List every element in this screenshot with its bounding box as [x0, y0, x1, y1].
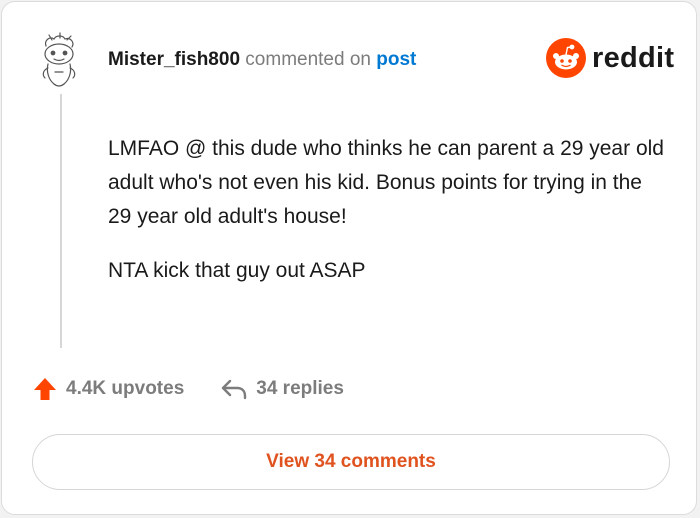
- reddit-logo-icon: [546, 38, 586, 78]
- author-name[interactable]: Mister_fish800: [108, 49, 240, 70]
- avatar[interactable]: [36, 32, 82, 90]
- snoo-avatar-icon: [42, 32, 76, 87]
- brand-name: reddit: [592, 41, 675, 74]
- comment-action-text: commented on: [245, 49, 371, 70]
- comment-card: Mister_fish800 commented on post reddit …: [1, 1, 697, 515]
- thread-line: [60, 94, 62, 348]
- reddit-brand[interactable]: reddit: [546, 38, 674, 78]
- reply-arrow-icon: [222, 379, 247, 400]
- upvote-button[interactable]: 4.4K upvotes: [32, 376, 184, 402]
- replies-button[interactable]: 34 replies: [220, 377, 344, 401]
- comment-header: Mister_fish800 commented on post: [108, 48, 416, 72]
- upvotes-count: 4.4K upvotes: [66, 378, 185, 399]
- comment-body: LMFAO @ this dude who thinks he can pare…: [108, 132, 668, 308]
- view-comments-button[interactable]: View 34 comments: [32, 434, 670, 490]
- comment-actions: 4.4K upvotes 34 replies: [32, 376, 344, 402]
- comment-paragraph: LMFAO @ this dude who thinks he can pare…: [108, 137, 664, 228]
- comment-paragraph: NTA kick that guy out ASAP: [108, 259, 366, 282]
- replies-count: 34 replies: [256, 378, 344, 399]
- post-link[interactable]: post: [376, 49, 416, 70]
- upvote-arrow-icon: [34, 378, 56, 400]
